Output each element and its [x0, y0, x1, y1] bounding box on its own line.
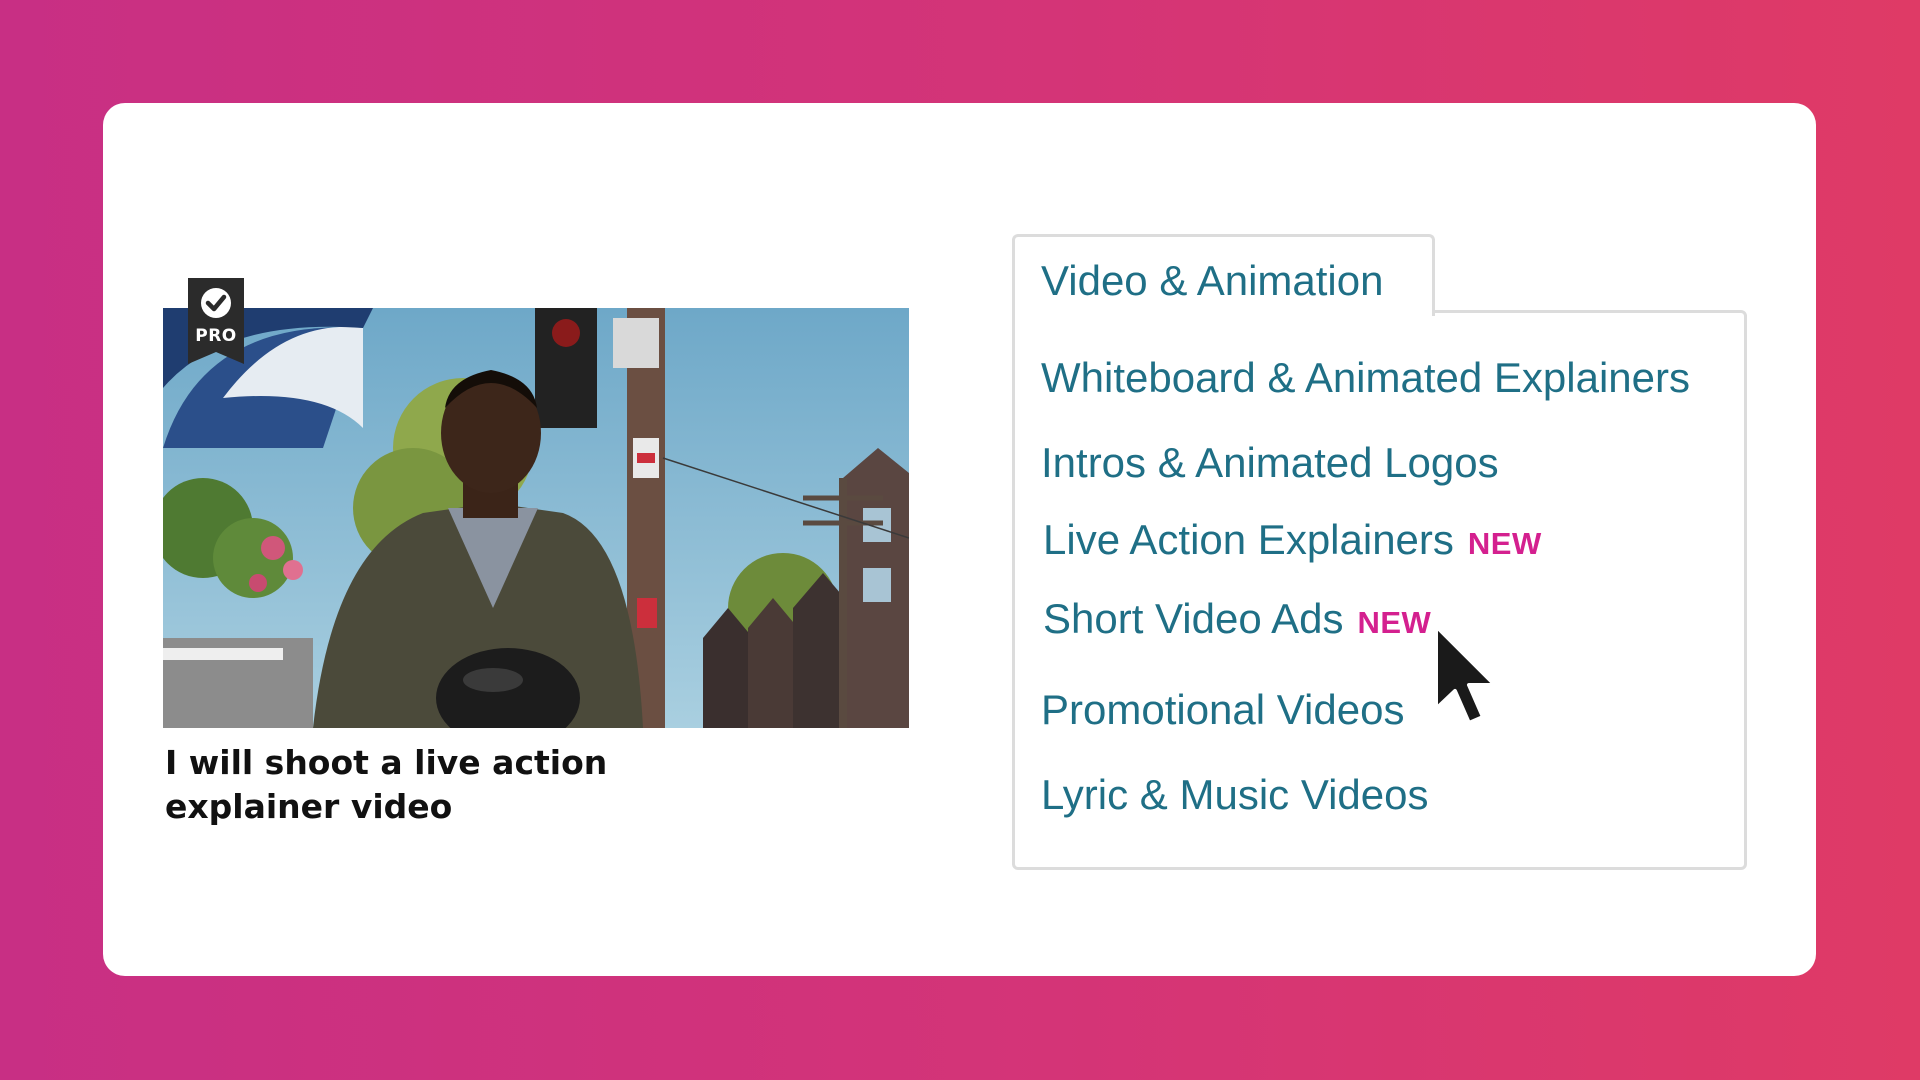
menu-item-promotional-videos[interactable]: Promotional Videos [1041, 685, 1404, 735]
menu-item-short-video-ads[interactable]: Short Video Ads NEW [1043, 594, 1431, 648]
gig-title[interactable]: I will shoot a live action explainer vid… [165, 741, 685, 829]
pro-badge-label: PRO [195, 326, 237, 346]
tab-video-animation[interactable]: Video & Animation [1012, 234, 1435, 316]
menu-item-live-action-explainers[interactable]: Live Action Explainers NEW [1043, 515, 1542, 569]
pro-badge: PRO [188, 278, 244, 364]
category-menu: Video & Animation Whiteboard & Animated … [1012, 234, 1747, 870]
menu-item-label: Promotional Videos [1041, 686, 1405, 733]
gig-thumbnail[interactable] [163, 308, 909, 728]
menu-item-intros-animated-logos[interactable]: Intros & Animated Logos [1041, 438, 1499, 488]
pro-badge-ribbon-icon [188, 278, 244, 364]
content-card: PRO I will shoot a live action explainer… [103, 103, 1816, 976]
menu-item-lyric-music-videos[interactable]: Lyric & Music Videos [1041, 770, 1428, 820]
menu-item-label: Short Video Ads [1043, 595, 1344, 642]
menu-item-label: Whiteboard & Animated Explainers [1041, 354, 1691, 401]
new-badge: NEW [1357, 605, 1432, 640]
menu-item-label: Intros & Animated Logos [1041, 439, 1499, 486]
mouse-pointer-icon [1433, 623, 1513, 743]
menu-item-label: Live Action Explainers [1043, 516, 1454, 563]
menu-item-label: Lyric & Music Videos [1041, 771, 1429, 818]
new-badge: NEW [1467, 526, 1542, 561]
category-submenu: Whiteboard & Animated Explainers Intros … [1012, 310, 1747, 870]
tab-video-animation-label: Video & Animation [1041, 257, 1384, 304]
menu-item-whiteboard-animated-explainers[interactable]: Whiteboard & Animated Explainers [1041, 353, 1690, 403]
gig-thumbnail-image [163, 308, 909, 728]
